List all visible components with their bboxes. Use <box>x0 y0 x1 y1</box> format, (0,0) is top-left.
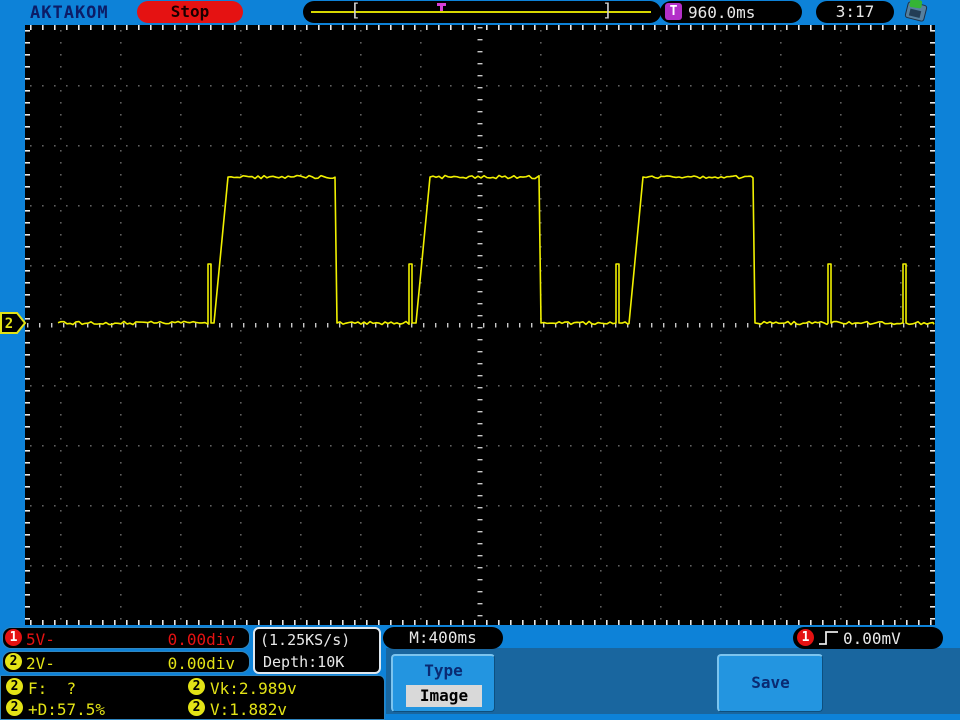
channel1-scale: 5V- <box>26 630 55 649</box>
brand-logo: AKTAKOM <box>30 3 109 23</box>
measurement-channel-badge: 2 <box>6 699 23 716</box>
acquisition-status-button[interactable]: Stop <box>137 1 243 23</box>
measurement-value: +D:57.5% <box>28 700 105 719</box>
clock: 3:17 <box>816 1 894 23</box>
trigger-level-readout: 1 0.00mV <box>793 627 943 649</box>
trigger-position-marker-icon[interactable] <box>437 3 446 6</box>
rising-edge-icon <box>818 630 840 646</box>
channel2-scale: 2V- <box>26 654 55 673</box>
trigger-level-value: 0.00mV <box>843 629 901 648</box>
measurement-channel-badge: 2 <box>188 699 205 716</box>
trigger-time-readout: T 960.0ms <box>660 1 802 23</box>
scope-display <box>25 25 935 625</box>
trigger-t-icon: T <box>665 3 682 20</box>
sample-rate: (1.25KS/s) <box>260 631 350 649</box>
acquisition-info-box: (1.25KS/s) Depth:10K <box>253 627 381 674</box>
usb-disk-icon <box>904 1 928 22</box>
menu-type-selected-value[interactable]: Image <box>406 685 482 707</box>
trigger-time-value: 960.0ms <box>688 3 755 22</box>
menu-type-label: Type <box>393 661 494 680</box>
timebase-window-line <box>311 11 651 13</box>
measurement-value: V:1.882v <box>210 700 287 719</box>
measurement-channel-badge: 2 <box>6 678 23 695</box>
channel2-status-bar: 2 2V- 0.00div <box>2 651 250 673</box>
measurements-panel: 2 F: ? 2 Vk:2.989v 2 +D:57.5% 2 V:1.882v <box>0 675 385 720</box>
measurement-channel-badge: 2 <box>188 678 205 695</box>
channel2-marker-label: 2 <box>5 316 13 332</box>
trigger-source-badge: 1 <box>797 629 814 646</box>
channel2-zero-marker[interactable]: 2 <box>0 311 27 335</box>
channel1-status-bar: 1 5V- 0.00div <box>2 627 250 649</box>
oscilloscope-ui: AKTAKOM Stop [ ] T 960.0ms 3:17 2 1 5V- … <box>0 0 960 720</box>
channel2-badge: 2 <box>5 653 22 670</box>
measurement-value: Vk:2.989v <box>210 679 297 698</box>
memory-depth: Depth:10K <box>263 653 344 671</box>
graticule-and-trace <box>25 25 935 625</box>
channel1-position: 0.00div <box>168 630 235 649</box>
window-bracket-left-icon: [ <box>350 0 361 22</box>
channel2-waveform <box>58 175 934 324</box>
save-button[interactable]: Save <box>717 654 823 712</box>
window-bracket-right-icon: ] <box>602 0 613 22</box>
measurement-value: F: ? <box>28 679 76 698</box>
channel1-badge: 1 <box>5 629 22 646</box>
channel2-position: 0.00div <box>168 654 235 673</box>
trigger-position-bar: [ ] <box>303 1 661 23</box>
menu-type-button[interactable]: Type Image <box>391 654 495 712</box>
main-timebase-readout: M:400ms <box>383 627 503 649</box>
